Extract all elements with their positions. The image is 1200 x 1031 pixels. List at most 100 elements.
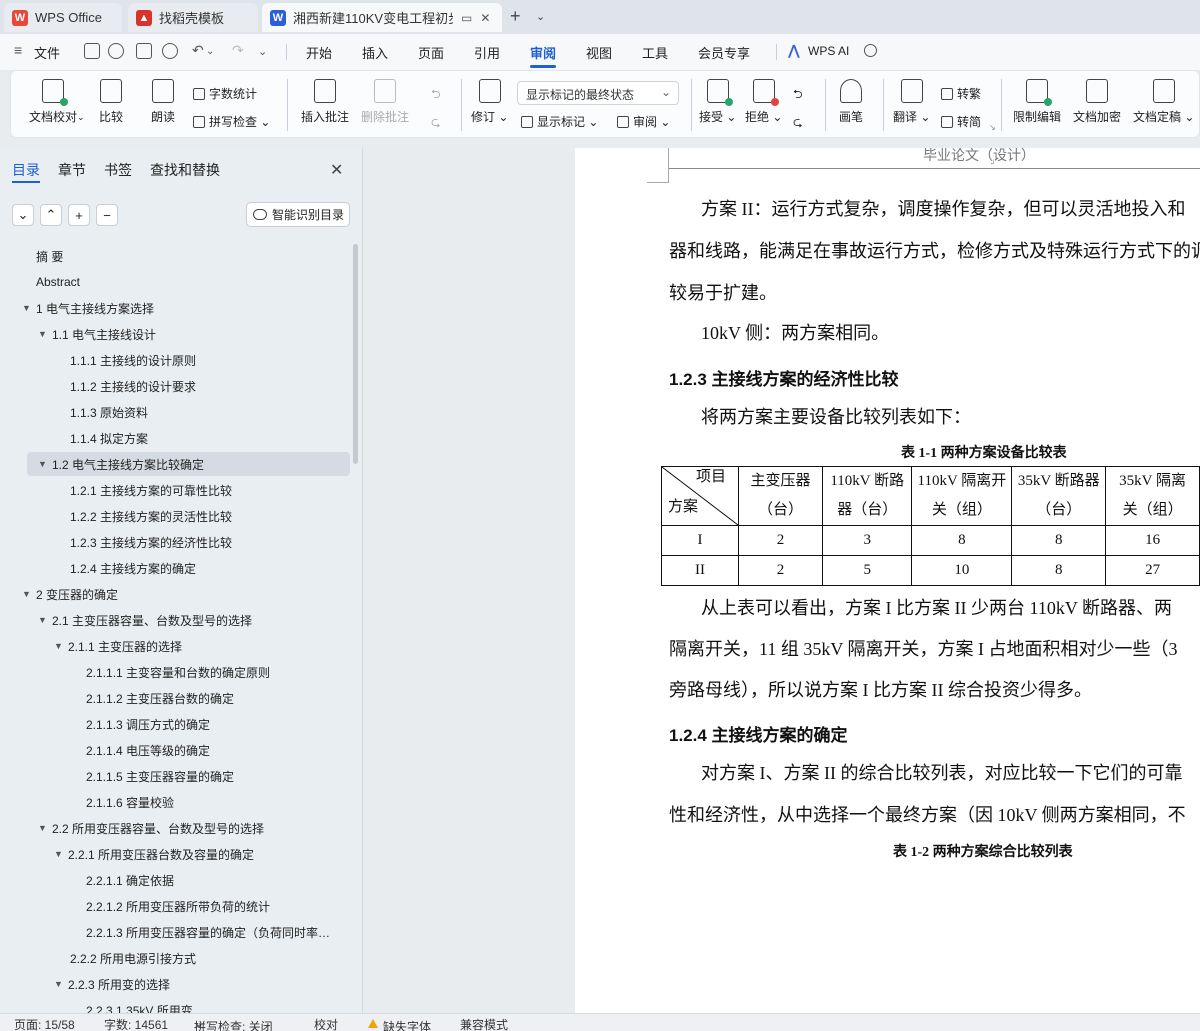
toc-item[interactable]: ▼ 1 电气主接线方案选择: [0, 296, 350, 320]
toc-item[interactable]: ▼ 2 变压器的确定: [0, 582, 350, 606]
window-icon[interactable]: ▭: [461, 11, 472, 25]
menu-member[interactable]: 会员专享: [698, 43, 750, 62]
toc-item[interactable]: 1.2.3 主接线方案的经济性比较: [0, 530, 350, 554]
toc-item[interactable]: 2.1.1.2 主变压器台数的确定: [0, 686, 350, 710]
tab-toc[interactable]: 目录: [12, 160, 40, 180]
tab-bookmarks[interactable]: 书签: [104, 160, 132, 180]
track-changes-button[interactable]: 修订 ⌄: [471, 79, 508, 125]
toc-item[interactable]: ▼ 2.1.1 主变压器的选择: [0, 634, 350, 658]
toc-item[interactable]: 2.1.1.6 容量校验: [0, 790, 350, 814]
previous-change-icon[interactable]: ⮌: [793, 85, 803, 106]
toc-item[interactable]: 2.2.1.3 所用变压器容量的确定（负荷同时率…: [0, 920, 350, 944]
spell-check-status[interactable]: 拼写检查: 关闭 ⌄: [194, 1016, 273, 1031]
expand-group-icon[interactable]: ↘: [989, 123, 996, 132]
toc-item[interactable]: ▼ 1.2 电气主接线方案比较确定: [27, 452, 350, 476]
undo-dropdown-icon[interactable]: ⌄: [206, 46, 214, 57]
to-traditional-button[interactable]: 转繁: [941, 85, 981, 102]
toc-item[interactable]: 摘 要: [0, 244, 350, 268]
toc-item[interactable]: 1.2.1 主接线方案的可靠性比较: [0, 478, 350, 502]
toc-item[interactable]: 1.2.2 主接线方案的灵活性比较: [0, 504, 350, 528]
caret-down-icon[interactable]: ▼: [22, 303, 36, 313]
toc-item[interactable]: 2.2.1.1 确定依据: [0, 868, 350, 892]
menu-file[interactable]: 文件: [34, 43, 60, 62]
next-comment-icon[interactable]: ⮎: [431, 113, 441, 134]
save-icon[interactable]: [84, 43, 100, 59]
menu-home[interactable]: 开始: [306, 43, 332, 62]
menu-page[interactable]: 页面: [418, 43, 444, 62]
missing-font-status[interactable]: 缺失字体: [368, 1016, 431, 1031]
word-count-button[interactable]: 字数统计: [193, 85, 257, 102]
collapse-all-button[interactable]: ⌄: [12, 204, 34, 226]
tab-find-replace[interactable]: 查找和替换: [150, 160, 220, 180]
reject-button[interactable]: 拒绝 ⌄: [745, 79, 782, 125]
menu-tools[interactable]: 工具: [642, 43, 668, 62]
toc-item[interactable]: ▼ 1.1 电气主接线设计: [0, 322, 350, 346]
next-change-icon[interactable]: ⮎: [793, 113, 803, 134]
restrict-edit-button[interactable]: 限制编辑: [1013, 79, 1061, 125]
menu-references[interactable]: 引用: [474, 43, 500, 62]
toc-item[interactable]: 2.2.1.2 所用变压器所带负荷的统计: [0, 894, 350, 918]
caret-down-icon[interactable]: ▼: [38, 329, 52, 339]
accept-button[interactable]: 接受 ⌄: [699, 79, 736, 125]
menu-insert[interactable]: 插入: [362, 43, 388, 62]
compare-button[interactable]: 比较: [99, 79, 123, 125]
close-tab-icon[interactable]: ✕: [480, 11, 490, 25]
wps-ai-button[interactable]: WPS AI: [808, 44, 849, 58]
tab-document[interactable]: W 湘西新建110KV变电工程初步 ▭ ✕: [262, 3, 502, 32]
remove-heading-button[interactable]: −: [96, 204, 118, 226]
toc-item[interactable]: 2.1.1.4 电压等级的确定: [0, 738, 350, 762]
show-markup-button[interactable]: 显示标记 ⌄: [521, 113, 598, 130]
delete-comment-button[interactable]: 删除批注: [361, 79, 409, 125]
caret-down-icon[interactable]: ▼: [38, 615, 52, 625]
pen-button[interactable]: 画笔: [839, 79, 863, 125]
chevron-down-icon[interactable]: ⌄: [258, 45, 267, 58]
toc-item[interactable]: 1.1.3 原始资料: [0, 400, 350, 424]
toc-item[interactable]: 1.1.4 拟定方案: [0, 426, 350, 450]
menu-view[interactable]: 视图: [586, 43, 612, 62]
search-icon[interactable]: [864, 44, 877, 57]
chevron-down-icon[interactable]: ⌄: [77, 112, 85, 123]
hamburger-icon[interactable]: ≡: [14, 42, 22, 58]
caret-down-icon[interactable]: ▼: [54, 641, 68, 651]
encrypt-button[interactable]: 文档加密: [1073, 79, 1121, 125]
redo-icon[interactable]: ↷: [232, 42, 244, 59]
caret-down-icon[interactable]: ▼: [22, 589, 36, 599]
new-tab-button[interactable]: +: [510, 6, 521, 27]
close-icon[interactable]: ✕: [330, 160, 343, 180]
toc-item[interactable]: ▼ 2.2 所用变压器容量、台数及型号的选择: [0, 816, 350, 840]
previous-comment-icon[interactable]: ⮌: [431, 85, 441, 106]
toc-item[interactable]: 2.2.2 所用电源引接方式: [0, 946, 350, 970]
review-pane-button[interactable]: 审阅 ⌄: [617, 113, 670, 130]
toc-scrollbar[interactable]: [353, 244, 358, 464]
finalize-button[interactable]: 文档定稿 ⌄: [1133, 79, 1194, 125]
spell-check-button[interactable]: 拼写检查 ⌄: [193, 113, 270, 130]
toc-item[interactable]: ▼ 2.1 主变压器容量、台数及型号的选择: [0, 608, 350, 632]
markup-display-select[interactable]: 显示标记的最终状态 ⌄: [517, 81, 679, 105]
toc-item[interactable]: 2.2.3.1 35kV 所用变: [0, 998, 350, 1014]
toc-item[interactable]: 2.1.1.1 主变容量和台数的确定原则: [0, 660, 350, 684]
toc-item[interactable]: 1.1.2 主接线的设计要求: [0, 374, 350, 398]
doc-proof-button[interactable]: 文档校对: [29, 79, 77, 125]
to-simplified-button[interactable]: 转简: [941, 113, 981, 130]
undo-icon[interactable]: ↶: [192, 42, 204, 59]
page-indicator[interactable]: 页面: 15/58: [14, 1016, 75, 1031]
tab-chapters[interactable]: 章节: [58, 160, 86, 180]
word-count[interactable]: 字数: 14561: [104, 1016, 168, 1031]
caret-down-icon[interactable]: ▼: [38, 823, 52, 833]
read-aloud-button[interactable]: 朗读: [151, 79, 175, 125]
expand-button[interactable]: ⌃: [40, 204, 62, 226]
caret-down-icon[interactable]: ▼: [54, 849, 68, 859]
toc-item[interactable]: 1.1.1 主接线的设计原则: [0, 348, 350, 372]
document-page[interactable]: 毕业论文（设计） ↲ 方案 II：运行方式复杂，调度操作复杂，但可以灵活地投入和…: [575, 148, 1200, 1013]
insert-comment-button[interactable]: 插入批注: [301, 79, 349, 125]
toc-item[interactable]: 2.1.1.5 主变压器容量的确定: [0, 764, 350, 788]
toc-item[interactable]: ▼ 2.2.3 所用变的选择: [0, 972, 350, 996]
smart-toc-button[interactable]: 智能识别目录: [246, 202, 350, 227]
caret-down-icon[interactable]: ▼: [38, 459, 52, 469]
chevron-down-icon[interactable]: ⌄: [536, 10, 545, 23]
tab-wps-office[interactable]: W WPS Office: [4, 3, 122, 32]
print-icon[interactable]: [136, 43, 152, 59]
translate-button[interactable]: 翻译 ⌄: [893, 79, 930, 125]
proof-status[interactable]: 校对: [314, 1016, 338, 1031]
caret-down-icon[interactable]: ▼: [54, 979, 68, 989]
